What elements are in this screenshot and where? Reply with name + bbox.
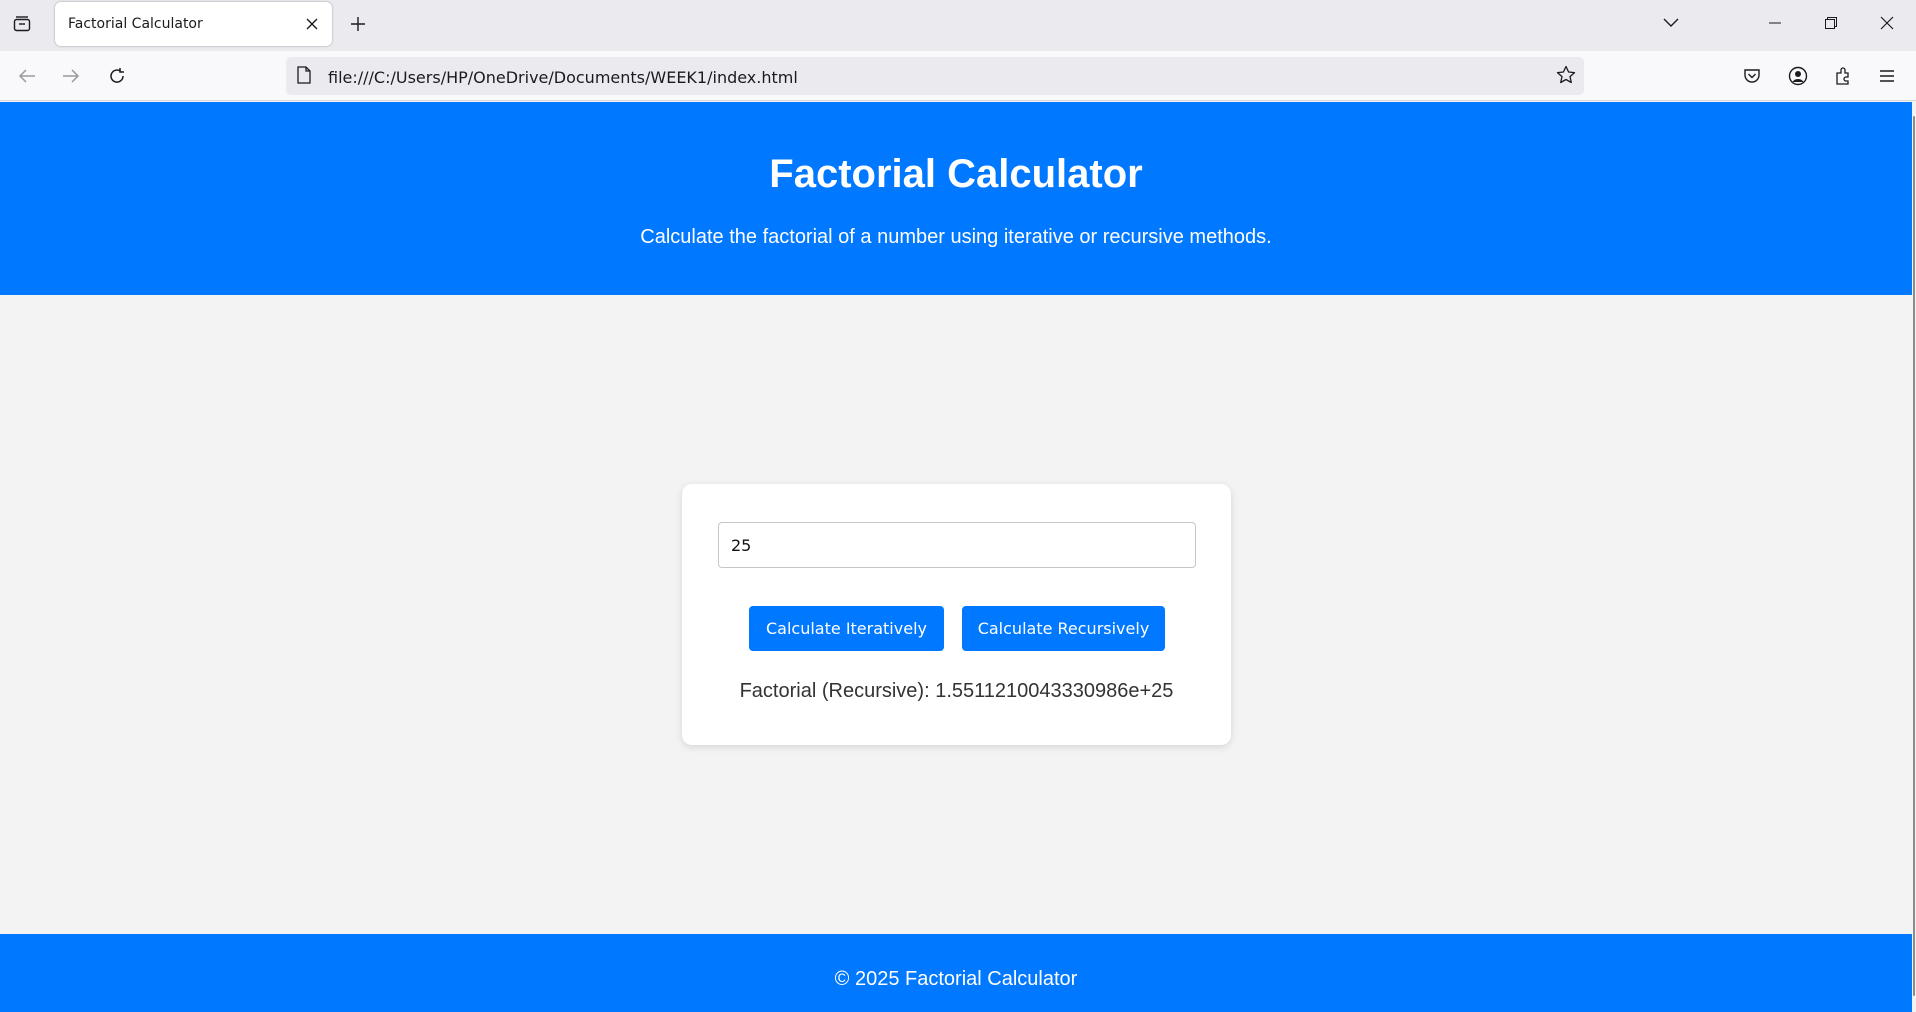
plus-icon[interactable] [344, 10, 372, 38]
calculate-iteratively-button[interactable]: Calculate Iteratively [749, 606, 944, 651]
browser-tab-bar: Factorial Calculator [0, 0, 1916, 51]
tab-list-icon[interactable] [8, 10, 36, 38]
page-footer: © 2025 Factorial Calculator [0, 934, 1912, 1012]
scrollbar-thumb[interactable] [1913, 116, 1915, 996]
page-icon [296, 66, 312, 89]
minimize-icon[interactable] [1752, 6, 1798, 40]
browser-nav-bar: file:///C:/Users/HP/OneDrive/Documents/W… [0, 51, 1916, 101]
page-title: Factorial Calculator [769, 152, 1143, 196]
back-arrow-icon[interactable] [12, 61, 42, 91]
footer-text: © 2025 Factorial Calculator [834, 968, 1078, 990]
pocket-icon[interactable] [1737, 61, 1767, 91]
star-icon[interactable] [1556, 65, 1576, 90]
close-icon[interactable] [302, 14, 322, 34]
reload-icon[interactable] [102, 61, 132, 91]
forward-arrow-icon[interactable] [56, 61, 86, 91]
chevron-down-icon[interactable] [1648, 6, 1694, 40]
restore-icon[interactable] [1808, 6, 1854, 40]
url-text[interactable]: file:///C:/Users/HP/OneDrive/Documents/W… [328, 68, 798, 87]
calculator-card: Calculate Iteratively Calculate Recursiv… [682, 484, 1231, 745]
extensions-icon[interactable] [1828, 61, 1858, 91]
page-header: Factorial Calculator Calculate the facto… [0, 102, 1912, 295]
scrollbar[interactable] [1912, 102, 1916, 1012]
page-subtitle: Calculate the factorial of a number usin… [640, 226, 1272, 248]
hamburger-menu-icon[interactable] [1872, 61, 1902, 91]
page-viewport: Factorial Calculator Calculate the facto… [0, 102, 1916, 1012]
browser-tab[interactable]: Factorial Calculator [55, 2, 332, 46]
account-icon[interactable] [1783, 61, 1813, 91]
close-icon[interactable] [1864, 6, 1910, 40]
tab-title: Factorial Calculator [68, 16, 203, 32]
result-text: Factorial (Recursive): 1.551121004333098… [739, 680, 1174, 702]
calculate-recursively-button[interactable]: Calculate Recursively [962, 606, 1165, 651]
number-input[interactable] [718, 522, 1196, 568]
url-bar[interactable]: file:///C:/Users/HP/OneDrive/Documents/W… [286, 57, 1584, 95]
